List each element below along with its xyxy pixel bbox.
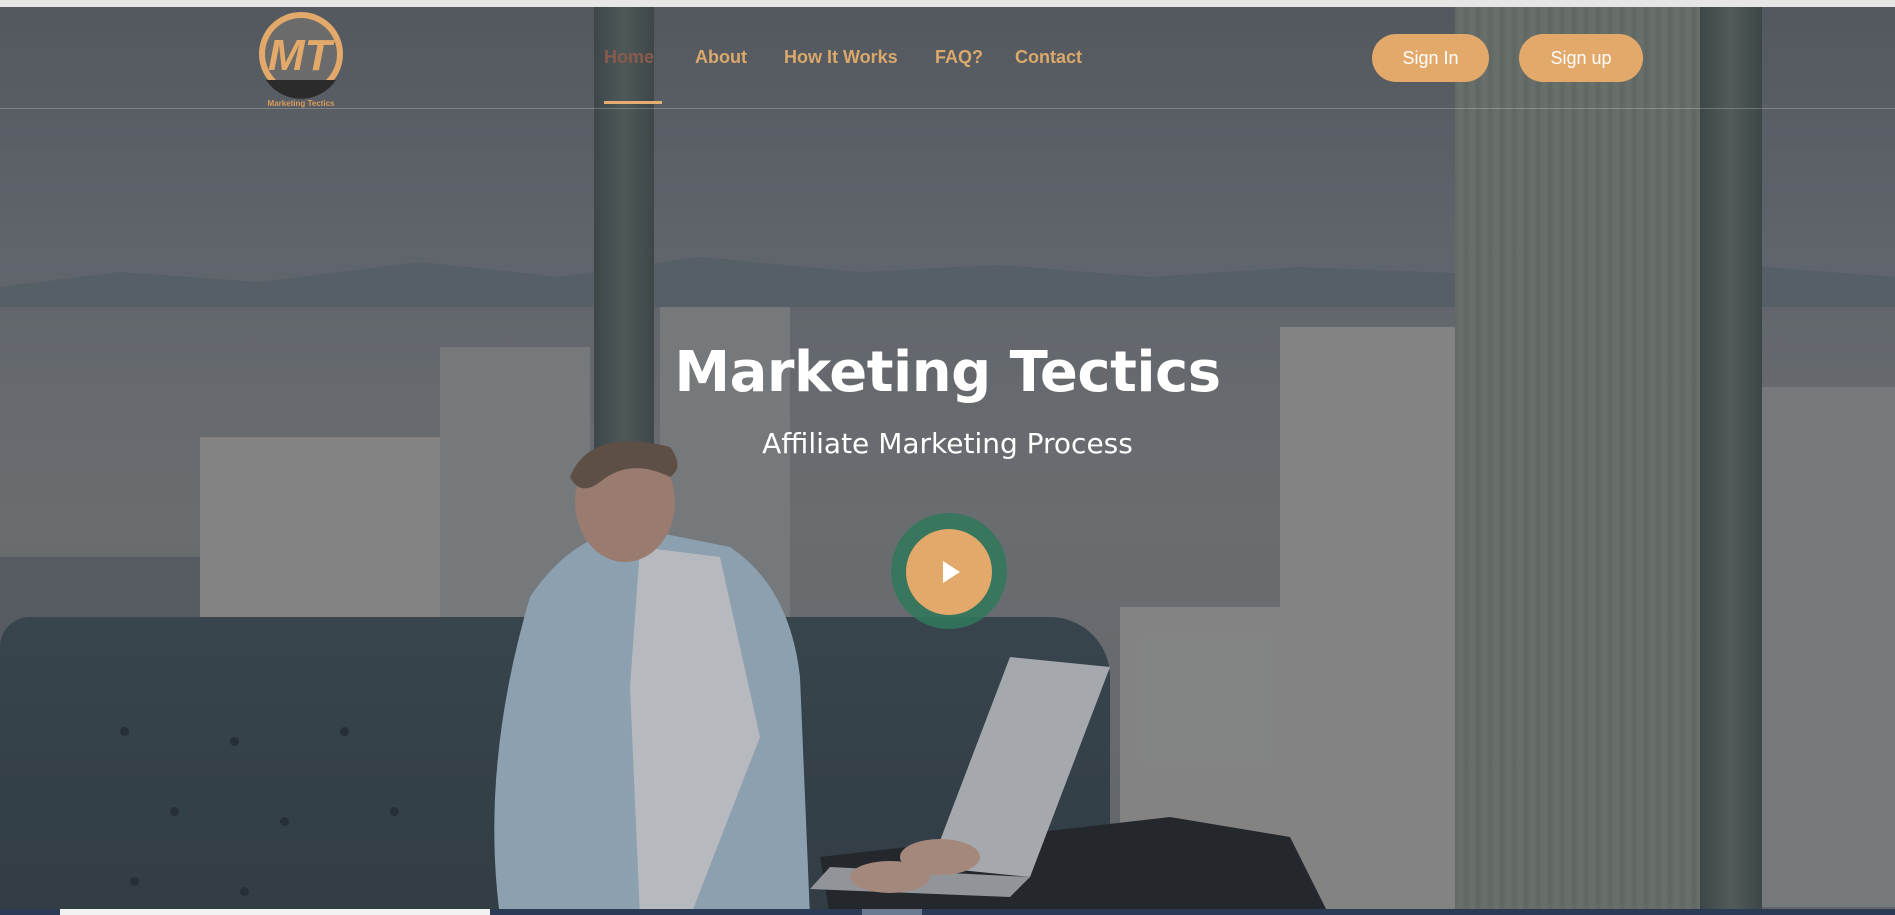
nav-active-underline [604,101,662,104]
logo-caption: Marketing Tectics [268,99,336,108]
logo-letters: MT [268,31,335,80]
nav-home[interactable]: Home [604,47,654,68]
browser-top-strip [0,0,1895,7]
nav-about[interactable]: About [695,47,747,68]
bottom-strip [0,909,1895,915]
logo-icon: MT Marketing Tectics [259,12,343,108]
navbar: MT Marketing Tectics Home About How It W… [0,7,1895,109]
nav-how-it-works[interactable]: How It Works [784,47,898,68]
sign-up-button[interactable]: Sign up [1519,34,1643,82]
logo[interactable]: MT Marketing Tectics [256,10,346,108]
play-icon [943,561,960,583]
hero-subtitle: Affiliate Marketing Process [762,427,1133,460]
play-video-button[interactable] [906,529,992,615]
nav-faq[interactable]: FAQ? [935,47,983,68]
nav-contact[interactable]: Contact [1015,47,1082,68]
sign-in-button[interactable]: Sign In [1372,34,1489,82]
hero-title: Marketing Tectics [674,340,1221,405]
